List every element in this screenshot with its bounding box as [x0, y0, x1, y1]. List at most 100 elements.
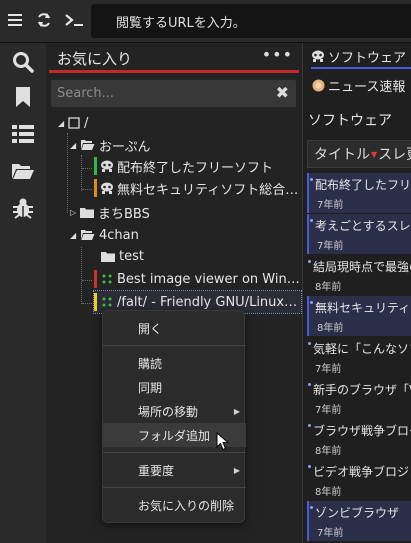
tree-root[interactable]: ◢ / [58, 112, 88, 134]
thread-row[interactable]: 考えごとするスレ 7年前 [307, 214, 411, 254]
thread-title: ゾンビブラウザ [315, 506, 400, 520]
reload-icon[interactable] [30, 0, 58, 40]
tree-guide [67, 133, 68, 213]
tree-root-label: / [84, 115, 89, 131]
menu-item-subscribe[interactable]: 購読 [103, 351, 246, 375]
tab-label: ニュース速報 [328, 79, 406, 95]
clover-favicon-icon [100, 272, 114, 286]
thread-row[interactable]: 無料セキュリティソ 8年前 [307, 296, 411, 336]
board-favicon-icon [311, 49, 325, 63]
search-icon[interactable] [10, 49, 36, 75]
tab-news[interactable]: ニュース速報 [311, 73, 411, 97]
tree-folder-closed[interactable]: ▷ まちBBS [70, 201, 150, 223]
status-stripe [94, 293, 97, 311]
thread-row[interactable]: 結局現時点で最強の 8年前 [307, 255, 411, 295]
bookmark-icon[interactable] [10, 84, 36, 110]
menu-item-importance[interactable]: 重要度 ▶ [103, 458, 246, 482]
menu-item-move[interactable]: 場所の移動 ▶ [103, 399, 246, 423]
menu-icon[interactable] [1, 0, 29, 40]
unread-dot [308, 342, 311, 345]
more-options-icon[interactable]: ••• [262, 45, 293, 64]
submenu-arrow-icon: ▶ [233, 406, 240, 416]
thread-age: 7年前 [315, 405, 342, 416]
thread-row[interactable]: 配布終了したフリー 7年前 [307, 173, 411, 213]
tree-guide [81, 155, 82, 191]
menu-item-label: 重要度 [138, 463, 175, 478]
tree-bookmark-item[interactable]: Best image viewer on Win… [94, 268, 300, 290]
thread-title: 新手のブラウザ「V [313, 383, 411, 397]
bookmark-label: Best image viewer on Win… [117, 271, 300, 287]
menu-item-label: お気に入りの削除 [138, 498, 235, 513]
thread-title: 結局現時点で最強の [313, 260, 411, 274]
bookmark-label: 無料セキュリティソフト総合… [117, 182, 299, 198]
tree-bookmark-item[interactable]: 配布終了したフリーソフト [94, 155, 273, 177]
activity-bar [0, 43, 46, 543]
thread-age: 7年前 [317, 528, 344, 539]
tree-guide [82, 303, 92, 304]
panel-header: お気に入り ••• [49, 43, 299, 73]
thread-row[interactable]: ゾンビブラウザ 7年前 [307, 501, 411, 541]
menu-item-label: 開く [138, 321, 163, 336]
menu-item-label: 購読 [138, 356, 163, 371]
url-bar[interactable]: 閲覧するURLを入力。 [91, 4, 411, 38]
thread-title: 考えごとするスレ [315, 219, 411, 233]
folder-icon [101, 251, 115, 262]
panel-title: お気に入り [57, 50, 133, 68]
list-icon[interactable] [10, 121, 36, 147]
menu-item-sync[interactable]: 同期 [103, 375, 246, 399]
tree-guide [82, 168, 92, 169]
context-menu: 開く 購読 同期 場所の移動 ▶ フォルダ追加 重要度 ▶ お気に入りの削除 [102, 310, 246, 523]
board-pane: ソフトウェア ニュース速報 ソフトウェア タイトル ▼ スレ更 配布終了したフリ… [302, 43, 411, 543]
folder-open-icon [80, 229, 95, 241]
unread-dot [308, 383, 311, 386]
folder-icon [80, 207, 94, 218]
sort-header[interactable]: タイトル ▼ スレ更 [307, 140, 411, 168]
caret-down-icon: ◢ [70, 230, 77, 240]
unread-dot [310, 301, 313, 304]
status-stripe [94, 179, 97, 197]
top-toolbar: 閲覧するURLを入力。 [0, 0, 411, 43]
sort-arrow-icon: ▼ [371, 149, 378, 159]
news-favicon-icon [311, 78, 325, 92]
folder-open-icon[interactable] [10, 158, 36, 184]
tree-guide [82, 189, 92, 190]
unread-dot [310, 178, 313, 181]
thread-age: 8年前 [315, 487, 342, 498]
tree-folder-label: まちBBS [98, 206, 150, 222]
thread-row[interactable]: 新手のブラウザ「V 7年前 [307, 378, 411, 418]
tree-folder[interactable]: test [101, 245, 144, 267]
status-stripe [94, 270, 97, 288]
tab-label: ソフトウェア [328, 50, 407, 66]
tree-bookmark-item[interactable]: 無料セキュリティソフト総合… [94, 177, 298, 199]
tree-guide [82, 280, 92, 281]
search-input[interactable] [57, 84, 257, 102]
menu-separator [103, 345, 246, 346]
clear-search-icon[interactable]: ✖ [276, 83, 289, 102]
thread-row[interactable]: ビデオ戦争ブロジェ 8年前 [307, 460, 411, 500]
unread-dot [308, 260, 311, 263]
thread-title: ビデオ戦争ブロジェ [313, 465, 411, 479]
menu-separator [103, 487, 246, 488]
thread-row[interactable]: ブラウザ戦争ブロー 8年前 [307, 419, 411, 459]
sort-column-title: タイトル [314, 147, 370, 163]
thread-row[interactable]: 気軽に「こんなソフ 7年前 [307, 337, 411, 377]
unread-dot [308, 465, 311, 468]
terminal-icon[interactable] [60, 0, 88, 40]
thread-age: 7年前 [317, 200, 344, 211]
caret-down-icon: ◢ [58, 118, 65, 128]
bug-icon[interactable] [10, 195, 36, 221]
thread-age: 7年前 [315, 364, 342, 375]
menu-item-open[interactable]: 開く [103, 316, 246, 340]
menu-item-label: 場所の移動 [138, 404, 199, 419]
caret-down-icon: ◢ [70, 140, 77, 150]
menu-item-delete[interactable]: お気に入りの削除 [103, 493, 246, 517]
tree-folder-open[interactable]: ◢ おーぷん [70, 134, 150, 156]
unread-dot [308, 424, 311, 427]
thread-age: 8年前 [315, 446, 342, 457]
sort-column-updated: スレ更 [378, 147, 411, 163]
search-box: ✖ [51, 80, 296, 107]
tab-software[interactable]: ソフトウェア [311, 45, 411, 69]
tree-folder-open[interactable]: ◢ 4chan [70, 224, 139, 246]
thread-age: 8年前 [315, 282, 342, 293]
url-placeholder: 閲覧するURLを入力。 [116, 16, 246, 31]
